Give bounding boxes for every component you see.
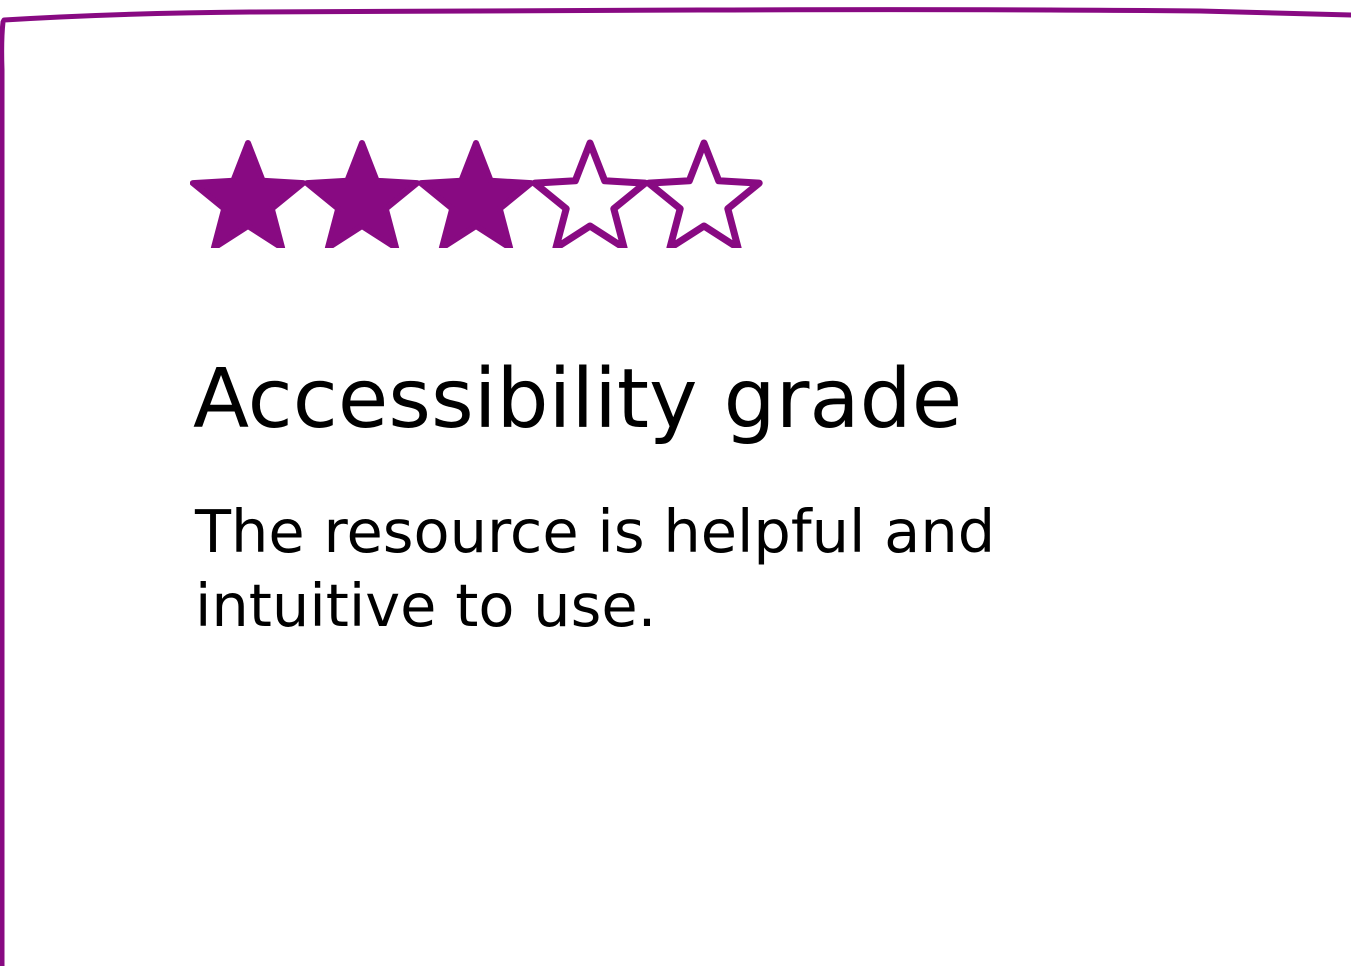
star-outline-icon [531,139,649,248]
card-title: Accessibility grade [193,352,963,447]
star-filled-icon [303,140,421,248]
star-outline-icon [645,139,763,248]
card-description: The resource is helpful and intuitive to… [195,497,996,640]
star-filled-icon [190,140,307,248]
rating-card: Accessibility grade The resource is help… [0,0,1351,966]
star-filled-icon [417,140,535,248]
star-rating [190,139,763,248]
